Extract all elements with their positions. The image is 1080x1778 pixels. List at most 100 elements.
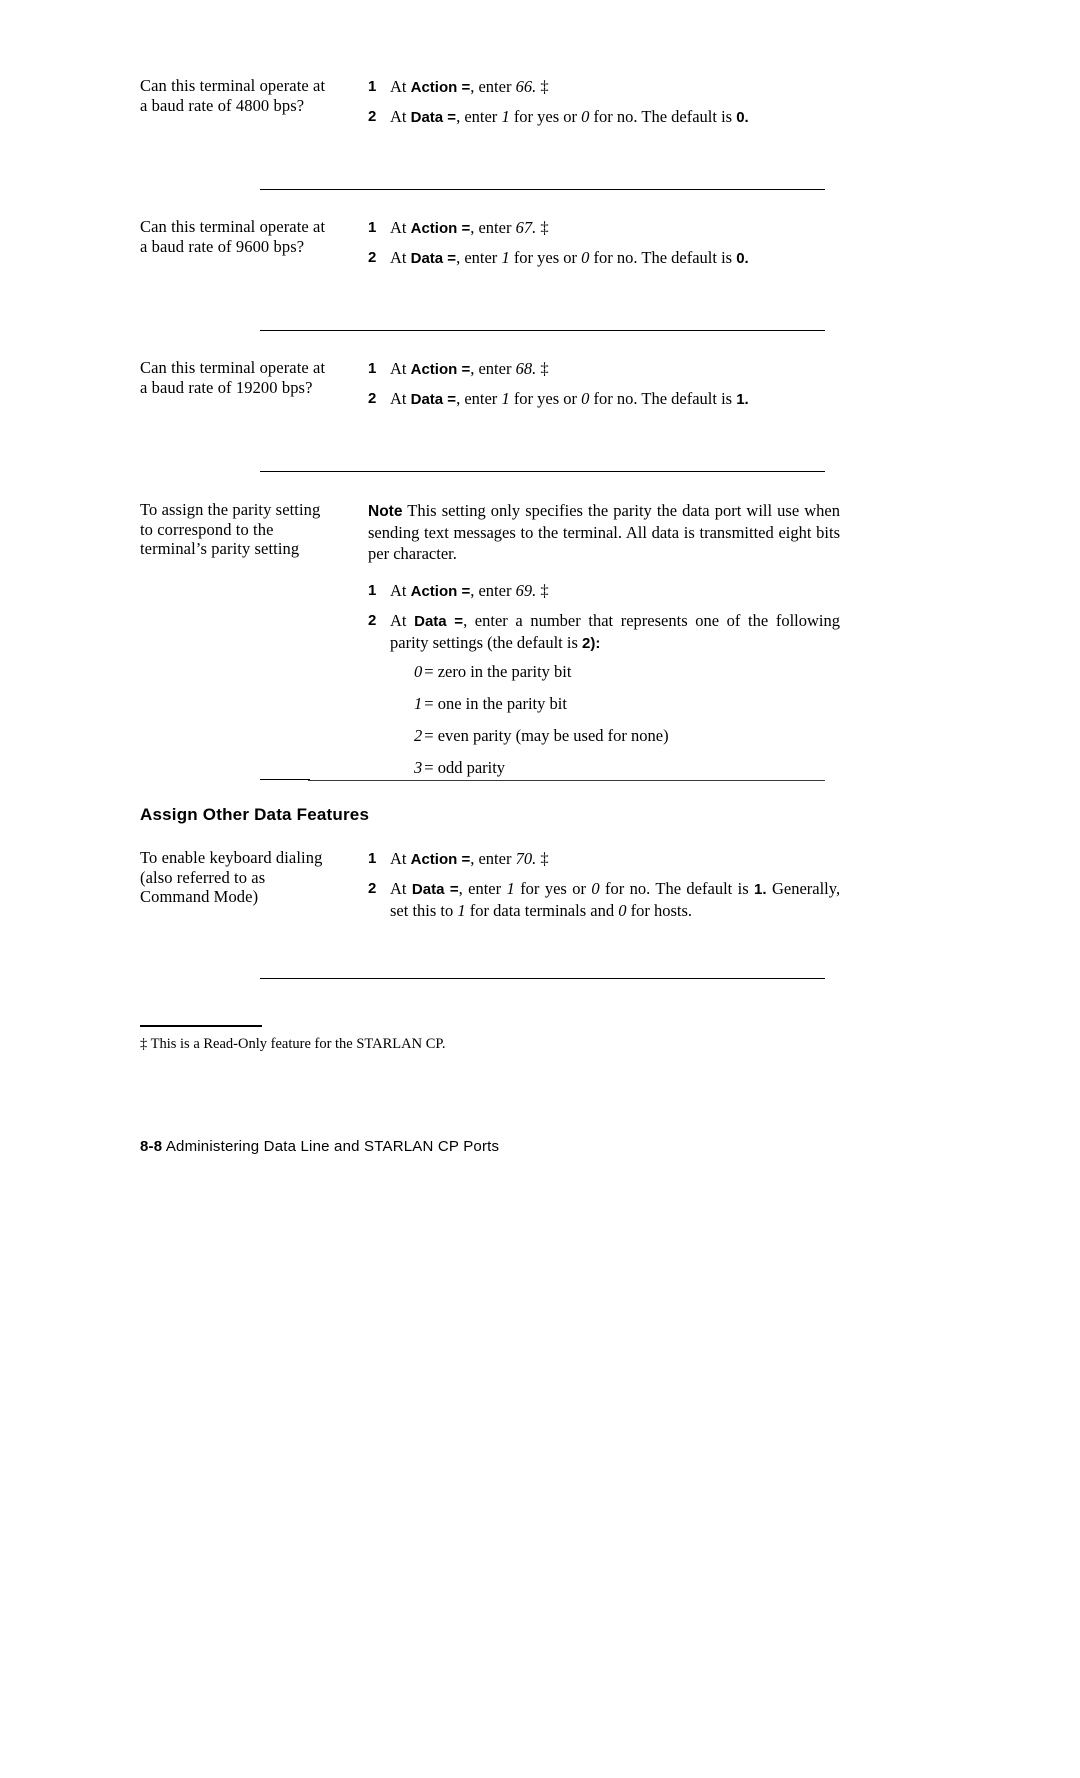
step-default-value: 0. xyxy=(736,109,749,126)
option-equals: = xyxy=(424,662,434,681)
block-steps: 1 At Action =, enter 66. ‡ 2 At Data =, en… xyxy=(368,76,840,136)
page-number: 8-8 xyxy=(140,1138,163,1155)
section-divider xyxy=(260,471,825,472)
step-mid: , enter xyxy=(456,107,498,126)
field-name: Action = xyxy=(410,220,471,237)
step-number: 1 xyxy=(368,360,377,377)
step-default-value: 2): xyxy=(582,635,601,652)
option-key: 3 xyxy=(414,758,423,777)
step-value-yes: 1 xyxy=(501,248,510,267)
footnote-marker-icon: ‡ xyxy=(540,849,549,868)
step-value-terminals: 1 xyxy=(457,901,466,920)
footnote-marker-icon: ‡ xyxy=(540,581,549,600)
step-mid: , enter xyxy=(470,359,512,378)
step-pre: At xyxy=(390,77,407,96)
step-row: 2 At Data =, enter 1 for yes or 0 for no.… xyxy=(368,878,840,921)
step-default-value: 1. xyxy=(754,881,767,898)
step-value-yes: 1 xyxy=(501,107,510,126)
section-divider-stub xyxy=(260,779,310,780)
option-description: zero in the parity bit xyxy=(437,662,572,681)
step-number: 1 xyxy=(368,850,377,867)
step-value: 68. xyxy=(515,359,537,378)
section-divider xyxy=(260,978,825,979)
step-value: 69. xyxy=(515,581,537,600)
footnote-text: This is a Read-Only feature for the STAR… xyxy=(150,1036,446,1052)
footnote-marker-icon: ‡ xyxy=(140,1036,148,1052)
section-heading: Assign Other Data Features xyxy=(140,805,370,824)
step-value-yes: 1 xyxy=(506,879,515,898)
field-name: Data = xyxy=(411,881,459,898)
page-footer: 8-8 Administering Data Line and STARLAN … xyxy=(140,1138,499,1155)
step-text-b: for no. The default is xyxy=(593,248,733,267)
step-text-a: for yes or xyxy=(513,389,578,408)
step-pre: At xyxy=(390,879,407,898)
step-row: 2 At Data =, enter a number that represen… xyxy=(368,610,840,654)
option-equals: = xyxy=(424,694,434,713)
step-pre: At xyxy=(390,107,407,126)
step-value-no: 0 xyxy=(591,879,600,898)
field-name: Action = xyxy=(410,79,471,96)
step-value: 70. xyxy=(515,849,537,868)
step-text-b: for no. The default is xyxy=(593,107,733,126)
section-divider xyxy=(260,330,825,331)
parity-option: 2 = even parity (may be used for none) xyxy=(414,726,840,745)
step-value: 67. xyxy=(515,218,537,237)
parity-option-list: 0 = zero in the parity bit 1 = one in the … xyxy=(368,662,840,777)
block-steps: 1 At Action =, enter 70. ‡ 2 At Data =, en… xyxy=(368,848,840,929)
option-equals: = xyxy=(424,726,434,745)
step-default-value: 1. xyxy=(736,391,749,408)
footnote-separator xyxy=(140,1025,262,1027)
note-paragraph: Note This setting only specifies the par… xyxy=(368,500,840,564)
option-description: one in the parity bit xyxy=(437,694,567,713)
parity-option: 1 = one in the parity bit xyxy=(414,694,840,713)
option-description: odd parity xyxy=(437,758,506,777)
step-number: 2 xyxy=(368,880,377,897)
step-mid: , enter xyxy=(470,849,512,868)
step-text-a: for yes or xyxy=(520,879,586,898)
block-prompt: Can this terminal operate at a baud rate… xyxy=(140,217,326,256)
field-name: Action = xyxy=(410,361,471,378)
block-steps: 1 At Action =, enter 67. ‡ 2 At Data =, en… xyxy=(368,217,840,277)
step-pre: At xyxy=(390,389,407,408)
step-row: 1 At Action =, enter 69. ‡ xyxy=(368,580,840,602)
block-steps: Note This setting only specifies the par… xyxy=(368,500,840,790)
step-pre: At xyxy=(390,359,407,378)
step-number: 2 xyxy=(368,390,377,407)
step-value-yes: 1 xyxy=(501,389,510,408)
step-text-e: for hosts. xyxy=(630,901,693,920)
footnote-marker-icon: ‡ xyxy=(540,218,549,237)
step-mid: , enter xyxy=(470,218,512,237)
step-value-no: 0 xyxy=(581,389,590,408)
parity-option: 0 = zero in the parity bit xyxy=(414,662,840,681)
step-number: 1 xyxy=(368,582,377,599)
footnote-marker-icon: ‡ xyxy=(540,77,549,96)
step-number: 1 xyxy=(368,219,377,236)
step-row: 2 At Data =, enter 1 for yes or 0 for no.… xyxy=(368,106,840,128)
step-default-value: 0. xyxy=(736,250,749,267)
step-row: 1 At Action =, enter 70. ‡ xyxy=(368,848,840,870)
step-row: 2 At Data =, enter 1 for yes or 0 for no.… xyxy=(368,388,840,410)
step-pre: At xyxy=(390,218,407,237)
step-mid: , enter xyxy=(470,581,512,600)
step-row: 1 At Action =, enter 67. ‡ xyxy=(368,217,840,239)
note-label: Note xyxy=(368,503,403,520)
step-value-no: 0 xyxy=(581,107,590,126)
step-mid: , enter xyxy=(470,77,512,96)
step-mid: , enter xyxy=(456,389,498,408)
step-row: 1 At Action =, enter 68. ‡ xyxy=(368,358,840,380)
field-name: Action = xyxy=(410,583,471,600)
option-description: even parity (may be used for none) xyxy=(437,726,669,745)
step-mid: , enter xyxy=(458,879,502,898)
step-text-a: for yes or xyxy=(513,107,578,126)
step-row: 2 At Data =, enter 1 for yes or 0 for no.… xyxy=(368,247,840,269)
block-prompt: Can this terminal operate at a baud rate… xyxy=(140,76,326,115)
step-value: 66. xyxy=(515,77,537,96)
footer-title: Administering Data Line and STARLAN CP P… xyxy=(165,1138,500,1155)
step-number: 1 xyxy=(368,78,377,95)
option-key: 2 xyxy=(414,726,423,745)
field-name: Action = xyxy=(410,851,471,868)
step-pre: At xyxy=(390,611,407,630)
step-text-b: for no. The default is xyxy=(593,389,733,408)
step-mid: , enter xyxy=(456,248,498,267)
step-row: 1 At Action =, enter 66. ‡ xyxy=(368,76,840,98)
